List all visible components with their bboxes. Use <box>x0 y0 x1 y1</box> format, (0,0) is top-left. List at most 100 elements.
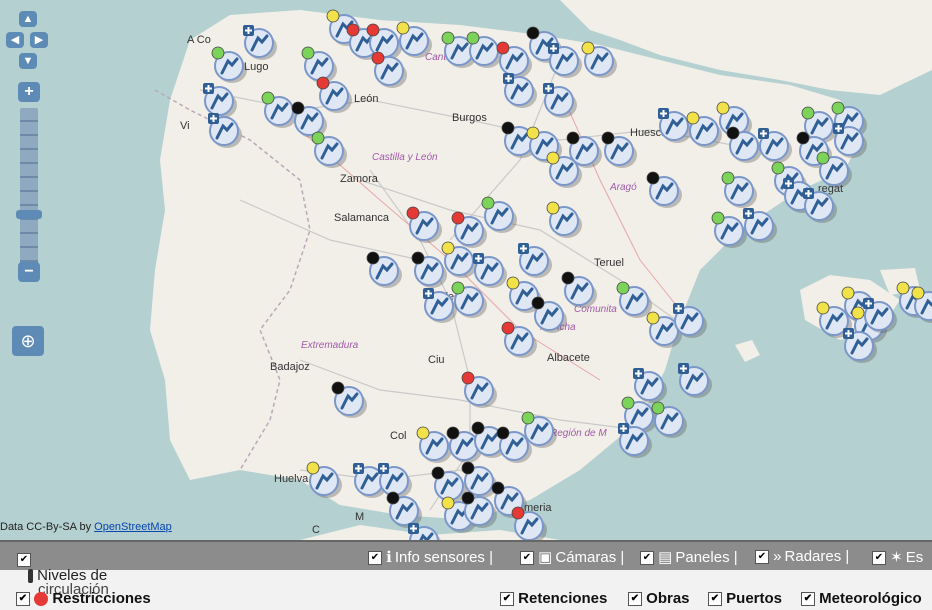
incident-marker[interactable] <box>580 40 617 78</box>
snow-icon: ✶ <box>890 549 903 566</box>
city-label: Col <box>390 430 407 442</box>
layer-checkbox[interactable]: ✔ <box>801 592 815 607</box>
incident-marker[interactable] <box>465 30 502 68</box>
layer-meteorologico[interactable]: ✔ Meteorológico <box>801 590 922 607</box>
incident-marker[interactable] <box>655 105 692 143</box>
layer-checkbox[interactable]: ✔ <box>872 551 886 566</box>
incident-marker[interactable] <box>545 40 582 78</box>
layer-retenciones[interactable]: ✔ Retenciones <box>500 590 607 607</box>
layer-checkbox[interactable]: ✔ <box>755 550 769 565</box>
incident-marker[interactable] <box>415 425 452 463</box>
city-label: Ciu <box>428 354 445 366</box>
incident-marker[interactable] <box>290 100 327 138</box>
incident-marker[interactable] <box>755 125 792 163</box>
incident-marker[interactable] <box>510 505 547 540</box>
layer-obras[interactable]: ✔ Obras <box>628 590 690 607</box>
incident-marker[interactable] <box>545 150 582 188</box>
incident-marker[interactable] <box>545 200 582 238</box>
incident-marker[interactable] <box>830 120 867 158</box>
incident-marker[interactable] <box>515 240 552 278</box>
incident-marker[interactable] <box>440 240 477 278</box>
incident-marker[interactable] <box>405 205 442 243</box>
incident-marker[interactable] <box>300 45 337 83</box>
incident-marker[interactable] <box>305 460 342 498</box>
incident-marker[interactable] <box>200 80 237 118</box>
city-label: M <box>355 511 365 523</box>
incident-marker[interactable] <box>375 460 412 498</box>
pan-right-button[interactable]: ▶ <box>30 32 48 48</box>
incident-marker[interactable] <box>500 320 537 358</box>
map-view[interactable]: A Co Lugo Vi León Burgos Huesca Zamora S… <box>0 0 932 540</box>
zoom-out-button[interactable]: − <box>18 262 40 282</box>
layer-checkbox[interactable]: ✔ <box>368 551 382 566</box>
incident-marker[interactable] <box>310 130 347 168</box>
incident-marker[interactable] <box>685 110 722 148</box>
incident-marker[interactable] <box>520 410 557 448</box>
incident-marker[interactable] <box>710 210 747 248</box>
master-checkbox[interactable]: ✔ <box>17 553 31 567</box>
incident-marker[interactable] <box>420 285 457 323</box>
incident-marker[interactable] <box>725 125 762 163</box>
incident-marker[interactable] <box>210 45 247 83</box>
incident-marker[interactable] <box>460 490 497 528</box>
incident-marker[interactable] <box>460 370 497 408</box>
incident-marker[interactable] <box>615 420 652 458</box>
zoom-box-button[interactable]: ⊕ <box>12 326 44 356</box>
layer-es[interactable]: ✔ ✶ Es <box>872 548 923 566</box>
incident-marker[interactable] <box>540 80 577 118</box>
incident-marker[interactable] <box>480 195 517 233</box>
incident-marker[interactable] <box>860 295 897 333</box>
incident-marker[interactable] <box>405 520 441 540</box>
incident-marker[interactable] <box>205 110 242 148</box>
layer-camaras[interactable]: ✔ ▣ Cámaras | <box>520 548 624 566</box>
incident-marker[interactable] <box>630 365 667 403</box>
incident-marker[interactable] <box>720 170 757 208</box>
incident-marker[interactable] <box>395 20 432 58</box>
layer-restricciones[interactable]: ✔ Restricciones <box>16 590 151 607</box>
incident-marker[interactable] <box>450 210 487 248</box>
incident-marker[interactable] <box>740 205 777 243</box>
incident-marker[interactable] <box>385 490 422 528</box>
incident-marker[interactable] <box>500 70 537 108</box>
layer-checkbox[interactable]: ✔ <box>520 551 534 566</box>
panel-icon: ▤ <box>658 549 673 566</box>
incident-marker[interactable] <box>800 185 837 223</box>
layer-puertos[interactable]: ✔ Puertos <box>708 590 782 607</box>
incident-marker[interactable] <box>370 50 407 88</box>
info-icon: ℹ <box>386 549 392 566</box>
incident-marker[interactable] <box>495 40 532 78</box>
layer-checkbox[interactable]: ✔ <box>628 592 642 607</box>
incident-marker[interactable] <box>365 250 402 288</box>
layer-paneles[interactable]: ✔ ▤ Paneles | <box>640 548 738 566</box>
incident-marker[interactable] <box>460 460 497 498</box>
incident-marker[interactable] <box>330 380 367 418</box>
pan-up-button[interactable]: ▲ <box>19 11 37 27</box>
zoom-bar[interactable] <box>20 108 38 268</box>
incident-marker[interactable] <box>910 285 932 323</box>
osm-link[interactable]: OpenStreetMap <box>94 521 172 533</box>
zoom-slider-handle[interactable] <box>16 210 42 219</box>
incident-marker[interactable] <box>670 300 707 338</box>
layer-checkbox[interactable]: ✔ <box>708 592 722 607</box>
incident-marker[interactable] <box>675 360 712 398</box>
incident-marker[interactable] <box>410 250 447 288</box>
incident-marker[interactable] <box>560 270 597 308</box>
incident-marker[interactable] <box>650 400 687 438</box>
layer-radares[interactable]: ✔ » Radares | <box>755 548 849 565</box>
layer-checkbox[interactable]: ✔ <box>500 592 514 607</box>
incident-marker[interactable] <box>615 280 652 318</box>
incident-marker[interactable] <box>645 170 682 208</box>
incident-marker[interactable] <box>840 325 877 363</box>
layer-checkbox[interactable]: ✔ <box>16 592 30 607</box>
layer-checkbox[interactable]: ✔ <box>640 551 654 566</box>
city-label: Vi <box>180 120 190 132</box>
incident-marker[interactable] <box>470 250 507 288</box>
pan-left-button[interactable]: ◀ <box>6 32 24 48</box>
pan-down-button[interactable]: ▼ <box>19 53 37 69</box>
zoom-in-button[interactable]: + <box>18 82 40 102</box>
incident-marker[interactable] <box>260 90 297 128</box>
city-label: Salamanca <box>334 212 390 224</box>
incident-marker[interactable] <box>600 130 637 168</box>
incident-marker[interactable] <box>430 465 467 503</box>
layer-info-sensores[interactable]: ✔ ℹ Info sensores | <box>368 548 493 566</box>
